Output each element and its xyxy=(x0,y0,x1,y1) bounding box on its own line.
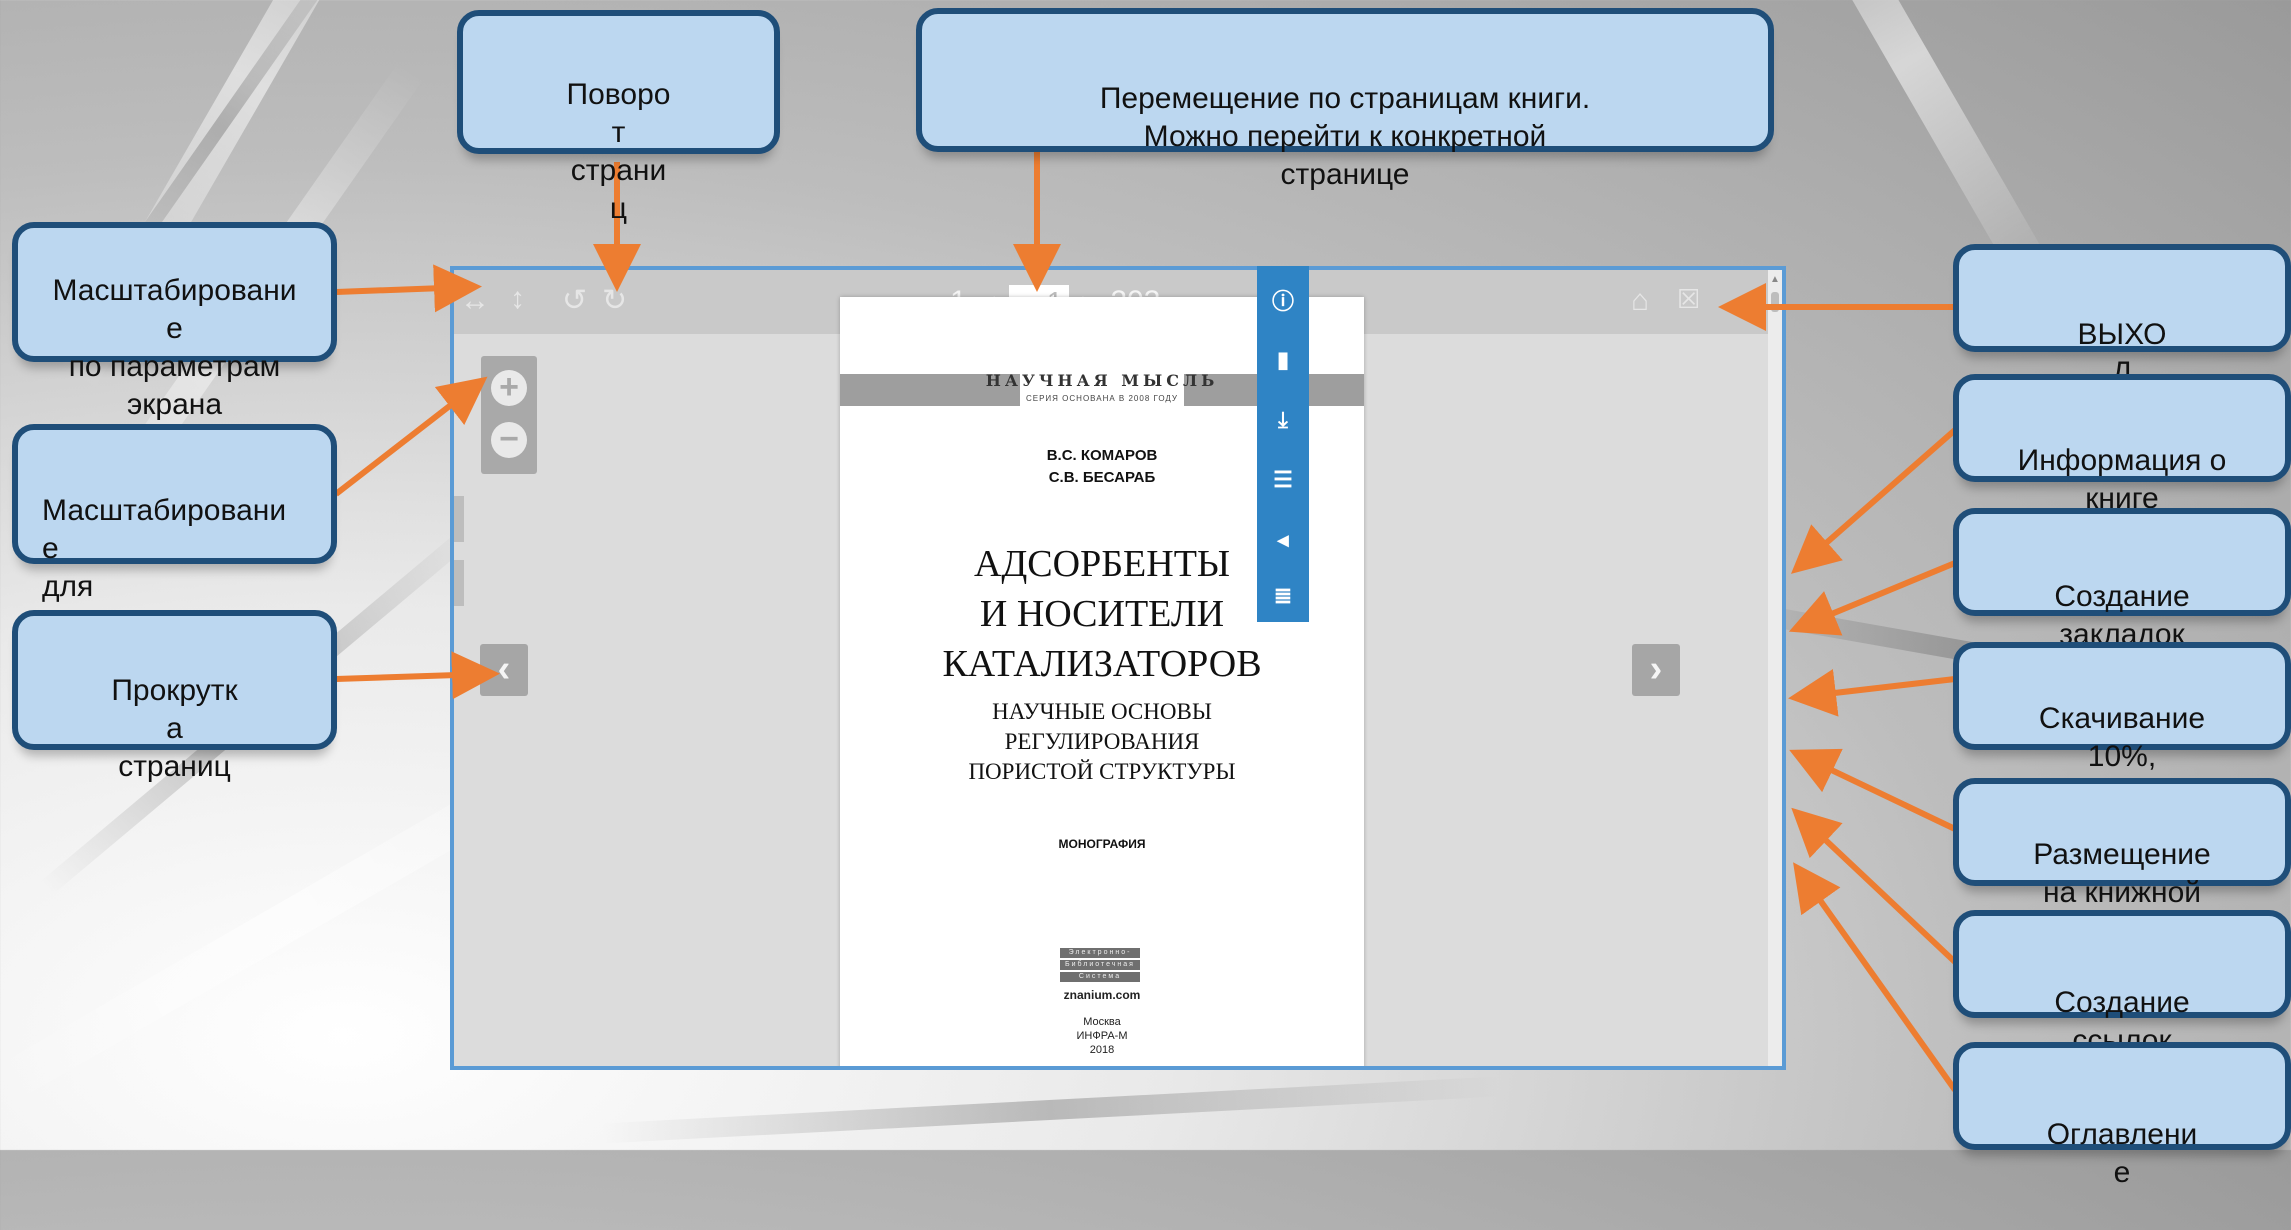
toc-icon[interactable]: ≣ xyxy=(1257,576,1309,616)
link-icon[interactable]: ◂ xyxy=(1257,520,1309,560)
vertical-scrollbar[interactable]: ▲ xyxy=(1768,270,1782,1066)
shelf-icon[interactable]: ☰ xyxy=(1257,460,1309,500)
ebs-logo: Электронно- Библиотечная Система xyxy=(1060,948,1140,984)
info-icon[interactable]: ⓘ xyxy=(1257,282,1309,322)
book-tools-panel: ⓘ ▮ ⤓ ☰ ◂ ≣ xyxy=(1257,266,1309,622)
callout-fit-screen: Масштабировани е по параметрам экрана xyxy=(12,222,337,421)
callout-fit-screen-text: Масштабировани е по параметрам экрана xyxy=(52,274,297,421)
callout-toc: Оглавлени е xyxy=(1953,1042,2291,1189)
close-icon[interactable]: ☒ xyxy=(1677,284,1700,314)
rotate-right-icon[interactable]: ↻ xyxy=(602,286,627,316)
rotate-left-icon[interactable]: ↺ xyxy=(562,286,587,316)
next-page-button[interactable]: › xyxy=(1632,644,1680,696)
side-tab-1[interactable] xyxy=(454,496,464,542)
callout-scroll-text: Прокрутк а страниц xyxy=(111,674,238,783)
book-imprint: Москва ИНФРА-М 2018 xyxy=(1076,1016,1128,1056)
book-viewer: ↔ ↕ ↺ ↻ 1 ◀ ▶ 203 ⌂ ☒ ▲ + − ‹ › НАУЧНАЯ … xyxy=(450,266,1786,1070)
previous-page-button[interactable]: ‹ xyxy=(480,644,528,696)
callout-book-info: Информация о книге xyxy=(1953,374,2291,515)
ebs-logo-line: Система xyxy=(1060,972,1140,982)
download-icon[interactable]: ⤓ xyxy=(1257,400,1309,440)
side-tab-2[interactable] xyxy=(454,560,464,606)
zoom-in-button[interactable]: + xyxy=(491,370,527,406)
callout-links: Создание ссылок xyxy=(1953,910,2291,1057)
callout-scroll: Прокрутк а страниц xyxy=(12,610,337,783)
zoom-out-button[interactable]: − xyxy=(491,422,527,458)
ebs-domain: znanium.com xyxy=(1063,988,1141,1002)
book-genre: МОНОГРАФИЯ xyxy=(1058,837,1146,851)
book-subtitle: НАУЧНЫЕ ОСНОВЫ РЕГУЛИРОВАНИЯ ПОРИСТОЙ СТ… xyxy=(968,699,1236,784)
bookmark-icon[interactable]: ▮ xyxy=(1257,340,1309,380)
zoom-panel: + − xyxy=(481,356,537,474)
fit-height-icon[interactable]: ↕ xyxy=(510,284,525,314)
callout-toc-text: Оглавлени е xyxy=(2046,1118,2198,1189)
ebs-logo-line: Электронно- xyxy=(1060,948,1140,958)
scrollbar-thumb[interactable] xyxy=(1771,292,1779,312)
callout-rotate-text: Поворо т страни ц xyxy=(566,78,671,225)
callout-paging-text: Перемещение по страницам книги. Можно пе… xyxy=(1099,82,1591,191)
callout-bookmarks-text: Создание закладок xyxy=(2054,580,2190,651)
home-icon[interactable]: ⌂ xyxy=(1631,286,1649,316)
callout-download: Скачивание 10%, постранично xyxy=(1953,642,2291,811)
callout-low-vision: Масштабировани е для слабовидящих xyxy=(12,424,337,641)
fit-width-icon[interactable]: ↔ xyxy=(460,286,490,316)
callout-bookmarks: Создание закладок xyxy=(1953,508,2291,651)
callout-book-info-text: Информация о книге xyxy=(2017,444,2227,515)
callout-rotate: Поворо т страни ц xyxy=(457,10,780,225)
callout-paging: Перемещение по страницам книги. Можно пе… xyxy=(916,8,1774,191)
callout-shelf: Размещение на книжной полке xyxy=(1953,778,2291,947)
callout-exit: ВЫХО Д xyxy=(1953,244,2291,389)
ebs-logo-line: Библиотечная xyxy=(1060,960,1140,970)
scroll-up-icon[interactable]: ▲ xyxy=(1770,274,1780,285)
